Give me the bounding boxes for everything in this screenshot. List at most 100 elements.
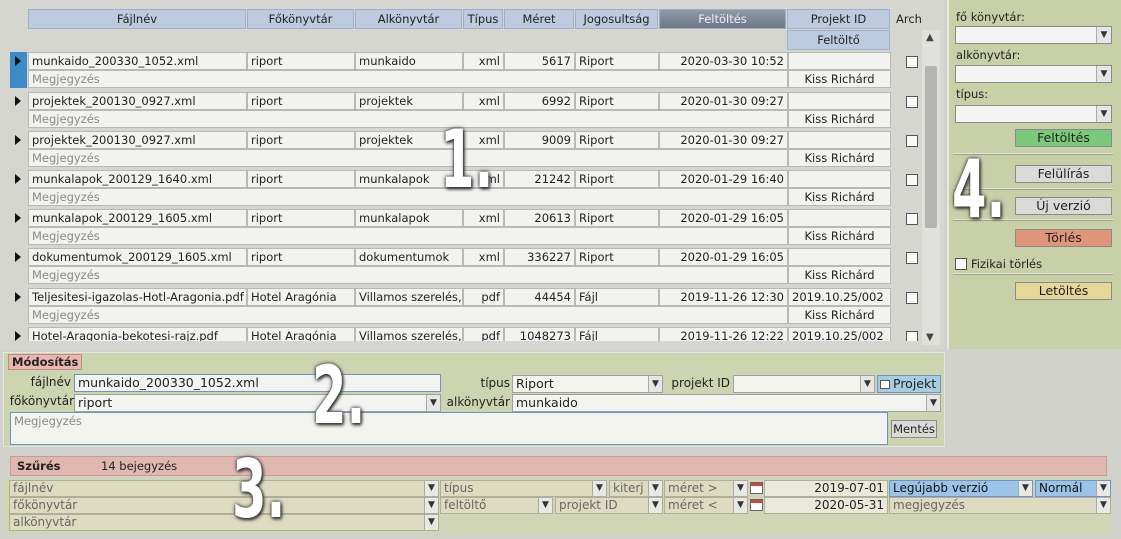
cell-type[interactable]: pdf: [463, 288, 504, 306]
filter-date-from[interactable]: 2019-07-01: [764, 480, 888, 497]
cell-note[interactable]: Megjegyzés: [28, 70, 788, 88]
table-row[interactable]: munkalapok_200129_1605.xml riport munkalap…: [10, 209, 922, 245]
cell-project-id[interactable]: 2019.10.25/002: [788, 327, 891, 341]
type-select[interactable]: ▼: [955, 105, 1112, 123]
cell-permission[interactable]: Riport: [575, 170, 659, 188]
filter-note-input[interactable]: megjegyzés ▼: [889, 497, 1111, 514]
chevron-down-icon[interactable]: ▼: [860, 376, 874, 392]
chevron-down-icon[interactable]: ▼: [592, 481, 606, 496]
chevron-down-icon[interactable]: ▼: [424, 498, 438, 513]
archive-checkbox[interactable]: [906, 292, 918, 304]
table-row[interactable]: Teljesitesi-igazolas-Hotl-Aragonia.pdf Ho…: [10, 288, 922, 324]
col-header-project-id[interactable]: Projekt ID: [787, 9, 890, 29]
row-selector[interactable]: [10, 131, 27, 167]
cell-permission[interactable]: Fájl: [575, 288, 659, 306]
cell-main-dir[interactable]: Hotel Aragónia: [247, 288, 355, 306]
cell-permission[interactable]: Riport: [575, 52, 659, 70]
table-row[interactable]: Hotel-Aragonia-bekotesi-rajz.pdf Hotel Ar…: [10, 327, 922, 341]
row-selector[interactable]: [10, 209, 27, 245]
cell-upload[interactable]: 2019-11-26 12:30: [659, 288, 788, 306]
calendar-icon[interactable]: [750, 499, 763, 511]
cell-main-dir[interactable]: riport: [247, 52, 355, 70]
chevron-down-icon[interactable]: ▼: [648, 376, 662, 392]
row-selector[interactable]: [10, 327, 27, 341]
row-selector[interactable]: [10, 92, 27, 128]
note-textarea[interactable]: Megjegyzés: [10, 412, 888, 445]
col-header-upload[interactable]: Feltöltés: [659, 9, 786, 29]
chevron-down-icon[interactable]: ▼: [733, 481, 747, 496]
chevron-down-icon[interactable]: ▼: [1018, 481, 1032, 496]
row-selector[interactable]: [10, 170, 27, 206]
scroll-down-icon[interactable]: ▼: [926, 332, 934, 343]
cell-upload[interactable]: 2020-03-30 10:52: [659, 52, 788, 70]
cell-upload[interactable]: 2020-01-29 16:05: [659, 209, 788, 227]
cell-note[interactable]: Megjegyzés: [28, 149, 788, 167]
cell-type[interactable]: xml: [463, 209, 504, 227]
row-selector[interactable]: [10, 248, 27, 284]
cell-upload[interactable]: 2020-01-30 09:27: [659, 131, 788, 149]
col-header-main-dir[interactable]: Főkönyvtár: [247, 9, 354, 29]
cell-filename[interactable]: Teljesitesi-igazolas-Hotl-Aragonia.pdf: [28, 288, 247, 306]
chevron-down-icon[interactable]: ▼: [733, 498, 747, 513]
cell-main-dir[interactable]: riport: [247, 170, 355, 188]
col-header-size[interactable]: Méret: [504, 9, 574, 29]
cell-sub-dir[interactable]: Villamos szerelés,: [355, 288, 463, 306]
filter-size-gt-select[interactable]: méret > ▼: [664, 480, 748, 497]
archive-checkbox[interactable]: [906, 135, 918, 147]
scroll-up-icon[interactable]: ▲: [926, 32, 934, 43]
archive-checkbox[interactable]: [906, 252, 918, 264]
cell-filename[interactable]: munkalapok_200129_1605.xml: [28, 209, 247, 227]
sub-dir-select[interactable]: ▼: [955, 65, 1112, 83]
archive-checkbox[interactable]: [906, 331, 918, 341]
archive-checkbox[interactable]: [906, 174, 918, 186]
cell-sub-dir[interactable]: projektek: [355, 92, 463, 110]
cell-upload[interactable]: 2020-01-30 09:27: [659, 92, 788, 110]
cell-project-id[interactable]: [788, 92, 891, 110]
table-row[interactable]: dokumentumok_200129_1605.xml riport dokume…: [10, 248, 922, 284]
cell-main-dir[interactable]: Hotel Aragónia: [247, 327, 355, 341]
cell-note[interactable]: Megjegyzés: [28, 227, 788, 245]
archive-checkbox[interactable]: [906, 96, 918, 108]
row-selector[interactable]: [10, 52, 27, 88]
chevron-down-icon[interactable]: ▼: [1096, 27, 1111, 43]
filter-uploader-select[interactable]: feltöltő ▼: [440, 497, 553, 514]
filename-input[interactable]: munkaido_200330_1052.xml: [74, 374, 441, 392]
archive-checkbox[interactable]: [906, 213, 918, 225]
project-button[interactable]: Projekt: [877, 375, 941, 393]
cell-permission[interactable]: Riport: [575, 131, 659, 149]
new-version-button[interactable]: Új verzió: [1015, 197, 1112, 215]
cell-project-id[interactable]: [788, 248, 891, 266]
filter-sub-dir-select[interactable]: alkönyvtár ▼: [9, 514, 439, 531]
main-dir-select[interactable]: ▼: [955, 26, 1112, 44]
filter-main-dir-select[interactable]: főkönyvtár ▼: [9, 497, 439, 514]
chevron-down-icon[interactable]: ▼: [648, 481, 662, 496]
cell-sub-dir[interactable]: dokumentumok: [355, 248, 463, 266]
main-dir-select[interactable]: riport ▼: [74, 394, 441, 412]
cell-note[interactable]: Megjegyzés: [28, 110, 788, 128]
cell-size[interactable]: 336227: [504, 248, 575, 266]
filter-type-select[interactable]: típus ▼: [440, 480, 607, 497]
col-header-sub-dir[interactable]: Alkönyvtár: [355, 9, 462, 29]
filter-version-select[interactable]: Legújabb verzió ▼: [889, 480, 1033, 497]
chevron-down-icon[interactable]: ▼: [424, 515, 438, 530]
cell-main-dir[interactable]: riport: [247, 92, 355, 110]
chevron-down-icon[interactable]: ▼: [424, 481, 438, 496]
cell-type[interactable]: xml: [463, 248, 504, 266]
cell-upload[interactable]: 2019-11-26 12:22: [659, 327, 788, 341]
cell-permission[interactable]: Riport: [575, 92, 659, 110]
sub-dir-select[interactable]: munkaido ▼: [512, 394, 941, 412]
filter-filename-input[interactable]: fájlnév ▼: [9, 480, 439, 497]
cell-type[interactable]: pdf: [463, 327, 504, 341]
chevron-down-icon[interactable]: ▼: [538, 498, 552, 513]
cell-main-dir[interactable]: riport: [247, 131, 355, 149]
cell-project-id[interactable]: [788, 209, 891, 227]
filter-size-lt-select[interactable]: méret < ▼: [664, 497, 748, 514]
cell-sub-dir[interactable]: munkaido: [355, 52, 463, 70]
cell-project-id[interactable]: [788, 170, 891, 188]
row-selector[interactable]: [10, 288, 27, 324]
cell-filename[interactable]: projektek_200130_0927.xml: [28, 92, 247, 110]
col-header-permission[interactable]: Jogosultság: [575, 9, 658, 29]
archive-checkbox[interactable]: [906, 56, 918, 68]
cell-project-id[interactable]: [788, 131, 891, 149]
cell-size[interactable]: 21242: [504, 170, 575, 188]
